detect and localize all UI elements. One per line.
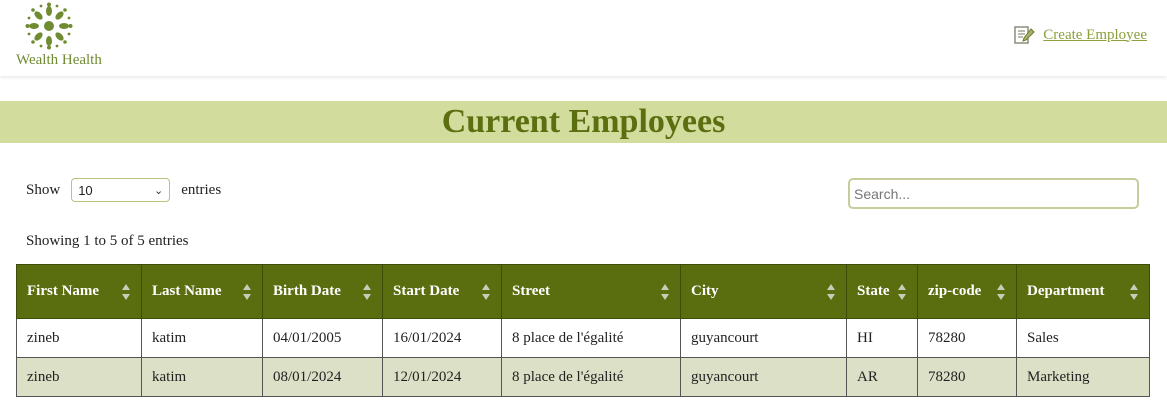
show-label: Show <box>26 181 61 198</box>
brand-name: Wealth Health <box>16 52 102 68</box>
table-cell: zineb <box>16 318 142 358</box>
table-cell: katim <box>141 357 263 397</box>
column-header-first-name[interactable]: First Name <box>16 264 142 319</box>
table-cell: AR <box>846 357 918 397</box>
top-header: Wealth Health Create Employee <box>0 0 1167 76</box>
table-cell: 08/01/2024 <box>262 357 383 397</box>
page-title-band: Current Employees <box>0 101 1167 143</box>
create-employee-link[interactable]: Create Employee <box>1013 24 1147 46</box>
edit-form-icon <box>1014 26 1035 44</box>
table-cell: HI <box>846 318 918 358</box>
entries-select-value: 10 <box>78 182 93 198</box>
entries-select[interactable]: 10 ⌄ <box>71 178 171 202</box>
chevron-down-icon: ⌄ <box>153 184 164 197</box>
column-header-label: Department <box>1027 283 1105 299</box>
column-header-label: Last Name <box>152 283 222 299</box>
table-cell: Marketing <box>1016 357 1150 397</box>
employees-table: First Name Last Name Birth Date Start Date S… <box>16 264 1150 397</box>
sort-icon <box>122 283 130 300</box>
column-header-zip-code[interactable]: zip-code <box>917 264 1017 319</box>
create-employee-label[interactable]: Create Employee <box>1043 27 1147 44</box>
table-cell: 78280 <box>917 357 1017 397</box>
brand-logo[interactable]: Wealth Health <box>16 2 110 70</box>
column-header-birth-date[interactable]: Birth Date <box>262 264 383 319</box>
table-cell: 16/01/2024 <box>382 318 502 358</box>
table-row[interactable]: zineb katim 08/01/2024 12/01/2024 8 place de… <box>16 357 1150 397</box>
sort-icon <box>997 283 1005 300</box>
sort-icon <box>363 283 371 300</box>
column-header-label: State <box>857 283 890 299</box>
sort-icon <box>661 283 669 300</box>
table-cell: 04/01/2005 <box>262 318 383 358</box>
table-cell: guyancourt <box>680 357 847 397</box>
table-cell: 78280 <box>917 318 1017 358</box>
column-header-city[interactable]: City <box>680 264 847 319</box>
table-cell: 8 place de l'égalité <box>501 318 681 358</box>
column-header-label: First Name <box>27 283 100 299</box>
column-header-street[interactable]: Street <box>501 264 681 319</box>
flower-logo-icon <box>25 2 73 50</box>
table-cell: 8 place de l'égalité <box>501 357 681 397</box>
sort-icon <box>898 283 906 300</box>
column-header-label: Birth Date <box>273 283 341 299</box>
page-title: Current Employees <box>441 103 726 140</box>
sort-icon <box>243 283 251 300</box>
search-input[interactable] <box>848 178 1139 209</box>
table-cell: zineb <box>16 357 142 397</box>
table-cell: guyancourt <box>680 318 847 358</box>
sort-icon <box>827 283 835 300</box>
sort-icon <box>482 283 490 300</box>
table-cell: Sales <box>1016 318 1150 358</box>
table-row[interactable]: zineb katim 04/01/2005 16/01/2024 8 place de… <box>16 318 1150 358</box>
column-header-department[interactable]: Department <box>1016 264 1150 319</box>
entries-length-control: Show 10 ⌄ entries <box>26 178 221 202</box>
table-cell: 12/01/2024 <box>382 357 502 397</box>
column-header-label: Start Date <box>393 283 460 299</box>
column-header-state[interactable]: State <box>846 264 918 319</box>
showing-info: Showing 1 to 5 of 5 entries <box>26 233 189 249</box>
table-cell: katim <box>141 318 263 358</box>
column-header-label: City <box>691 283 719 299</box>
table-body: zineb katim 04/01/2005 16/01/2024 8 place de… <box>16 318 1150 397</box>
column-header-start-date[interactable]: Start Date <box>382 264 502 319</box>
entries-label: entries <box>181 181 222 198</box>
sort-icon <box>1130 283 1138 300</box>
column-header-last-name[interactable]: Last Name <box>141 264 263 319</box>
column-header-label: Street <box>512 283 551 299</box>
table-header-row: First Name Last Name Birth Date Start Date S… <box>16 264 1150 319</box>
column-header-label: zip-code <box>928 283 982 299</box>
